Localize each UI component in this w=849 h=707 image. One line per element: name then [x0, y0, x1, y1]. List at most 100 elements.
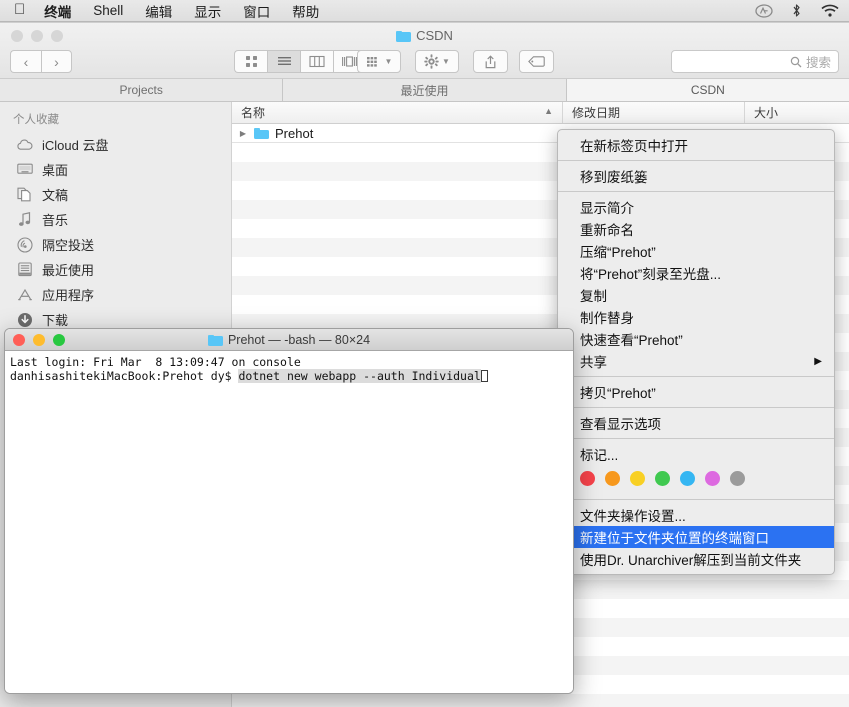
menu-copy[interactable]: 拷贝“Prehot”: [558, 381, 834, 403]
sidebar-item-label: 桌面: [42, 163, 69, 178]
sidebar-item-airdrop[interactable]: 隔空投送: [0, 232, 231, 257]
tag-orange[interactable]: [605, 471, 620, 486]
apple-logo-icon[interactable]: : [14, 2, 25, 17]
menu-item-terminal[interactable]: 终端: [33, 1, 82, 21]
sort-ascending-icon: ▲: [544, 106, 553, 116]
menu-separator: [558, 191, 834, 192]
submenu-arrow-icon: ▶: [814, 355, 822, 367]
applications-icon: [16, 286, 33, 303]
menu-move-to-trash[interactable]: 移到废纸篓: [558, 165, 834, 187]
menu-quick-look[interactable]: 快速查看“Prehot”: [558, 328, 834, 350]
close-button[interactable]: [13, 334, 25, 346]
back-button[interactable]: ‹: [10, 50, 41, 73]
sidebar-item-label: 文稿: [42, 188, 69, 203]
airdrop-icon: [16, 236, 33, 253]
column-header-date[interactable]: 修改日期: [563, 102, 745, 123]
column-headers: 名称 ▲ 修改日期 大小: [232, 102, 849, 124]
zoom-button[interactable]: [53, 334, 65, 346]
tag-red[interactable]: [580, 471, 595, 486]
list-view-button[interactable]: [267, 50, 300, 73]
forward-button[interactable]: ›: [41, 50, 72, 73]
menu-separator: [558, 376, 834, 377]
tag-blue[interactable]: [680, 471, 695, 486]
sidebar-item-label: 隔空投送: [42, 238, 95, 253]
icloud-icon: [16, 136, 33, 153]
menu-share[interactable]: 共享 ▶: [558, 350, 834, 372]
arrange-button[interactable]: ▼: [357, 50, 401, 73]
sidebar-item-label: 应用程序: [42, 288, 95, 303]
tab-csdn[interactable]: CSDN: [566, 79, 849, 101]
menu-item-help[interactable]: 帮助: [281, 1, 330, 21]
terminal-title-text: Prehot — -bash — 80×24: [227, 332, 371, 347]
tag-button[interactable]: [519, 50, 554, 73]
menu-item-window[interactable]: 窗口: [232, 1, 281, 21]
search-input[interactable]: 搜索: [671, 50, 839, 73]
sidebar-section-favorites: 个人收藏: [13, 114, 59, 126]
icon-view-button[interactable]: [234, 50, 267, 73]
terminal-body[interactable]: Last login: Fri Mar 8 13:09:47 on consol…: [5, 351, 573, 693]
menu-get-info[interactable]: 显示简介: [558, 196, 834, 218]
menu-burn-to-disc[interactable]: 将“Prehot”刻录至光盘...: [558, 262, 834, 284]
menu-make-alias[interactable]: 制作替身: [558, 306, 834, 328]
menu-open-in-new-tab[interactable]: 在新标签页中打开: [558, 134, 834, 156]
column-header-size-label: 大小: [754, 106, 779, 120]
creative-cloud-icon[interactable]: [746, 3, 782, 18]
sidebar-item-icloud[interactable]: iCloud 云盘: [0, 132, 231, 157]
folder-icon: [254, 127, 269, 139]
tag-gray[interactable]: [730, 471, 745, 486]
tag-color-row: [558, 465, 834, 495]
sidebar-item-documents[interactable]: 文稿: [0, 182, 231, 207]
tag-purple[interactable]: [705, 471, 720, 486]
sidebar-item-desktop[interactable]: 桌面: [0, 157, 231, 182]
menu-tags[interactable]: 标记...: [558, 443, 834, 465]
menu-new-terminal-at-folder[interactable]: 新建位于文件夹位置的终端窗口: [558, 526, 834, 548]
menu-separator: [558, 407, 834, 408]
menu-rename[interactable]: 重新命名: [558, 218, 834, 240]
menu-item-shell[interactable]: Shell: [82, 3, 134, 18]
sidebar-item-applications[interactable]: 应用程序: [0, 282, 231, 307]
menu-item-view[interactable]: 显示: [183, 1, 232, 21]
column-header-size[interactable]: 大小: [745, 102, 849, 123]
menu-separator: [558, 160, 834, 161]
terminal-prompt: danhisashitekiMacBook:Prehot dy$: [10, 369, 239, 383]
menu-duplicate[interactable]: 复制: [558, 284, 834, 306]
menu-share-label: 共享: [580, 355, 607, 370]
tag-green[interactable]: [655, 471, 670, 486]
menu-folder-action-setup[interactable]: 文件夹操作设置...: [558, 504, 834, 526]
context-menu: 在新标签页中打开 移到废纸篓 显示简介 重新命名 压缩“Prehot” 将“Pr…: [557, 129, 835, 575]
action-gear-button[interactable]: ▼: [415, 50, 459, 73]
finder-title-text: CSDN: [416, 28, 453, 43]
terminal-traffic-lights[interactable]: [13, 334, 65, 346]
finder-titlebar: CSDN ‹ › ▼ ▼ 搜索: [0, 23, 849, 79]
tag-yellow[interactable]: [630, 471, 645, 486]
tab-recents[interactable]: 最近使用: [283, 79, 567, 101]
menu-unarchiver-extract[interactable]: 使用Dr. Unarchiver解压到当前文件夹: [558, 548, 834, 570]
desktop-icon: [16, 161, 33, 178]
column-header-name[interactable]: 名称 ▲: [232, 102, 563, 123]
menu-compress[interactable]: 压缩“Prehot”: [558, 240, 834, 262]
sidebar-item-label: 最近使用: [42, 263, 95, 278]
downloads-icon: [16, 311, 33, 328]
minimize-button[interactable]: [33, 334, 45, 346]
recents-icon: [16, 261, 33, 278]
finder-toolbar: ‹ › ▼ ▼ 搜索: [0, 47, 849, 77]
search-placeholder: 搜索: [805, 56, 831, 70]
screen:  终端 Shell 编辑 显示 窗口 帮助 CSDN: [0, 0, 849, 707]
menu-show-view-options[interactable]: 查看显示选项: [558, 412, 834, 434]
bluetooth-icon[interactable]: [782, 3, 811, 18]
column-view-button[interactable]: [300, 50, 333, 73]
wifi-icon[interactable]: [811, 3, 849, 18]
search-icon: [790, 56, 802, 67]
sidebar-item-music[interactable]: 音乐: [0, 207, 231, 232]
share-button[interactable]: [473, 50, 508, 73]
column-header-date-label: 修改日期: [572, 106, 621, 120]
tab-projects[interactable]: Projects: [0, 79, 284, 101]
sidebar-item-label: 音乐: [42, 213, 69, 228]
sidebar-item-label: iCloud 云盘: [42, 138, 109, 153]
finder-window-title: CSDN: [0, 28, 849, 43]
sidebar-item-recents[interactable]: 最近使用: [0, 257, 231, 282]
terminal-line-login: Last login: Fri Mar 8 13:09:47 on consol…: [10, 355, 301, 369]
disclosure-triangle-icon[interactable]: ▶: [232, 129, 254, 138]
menu-item-edit[interactable]: 编辑: [134, 1, 183, 21]
folder-icon: [396, 30, 412, 42]
